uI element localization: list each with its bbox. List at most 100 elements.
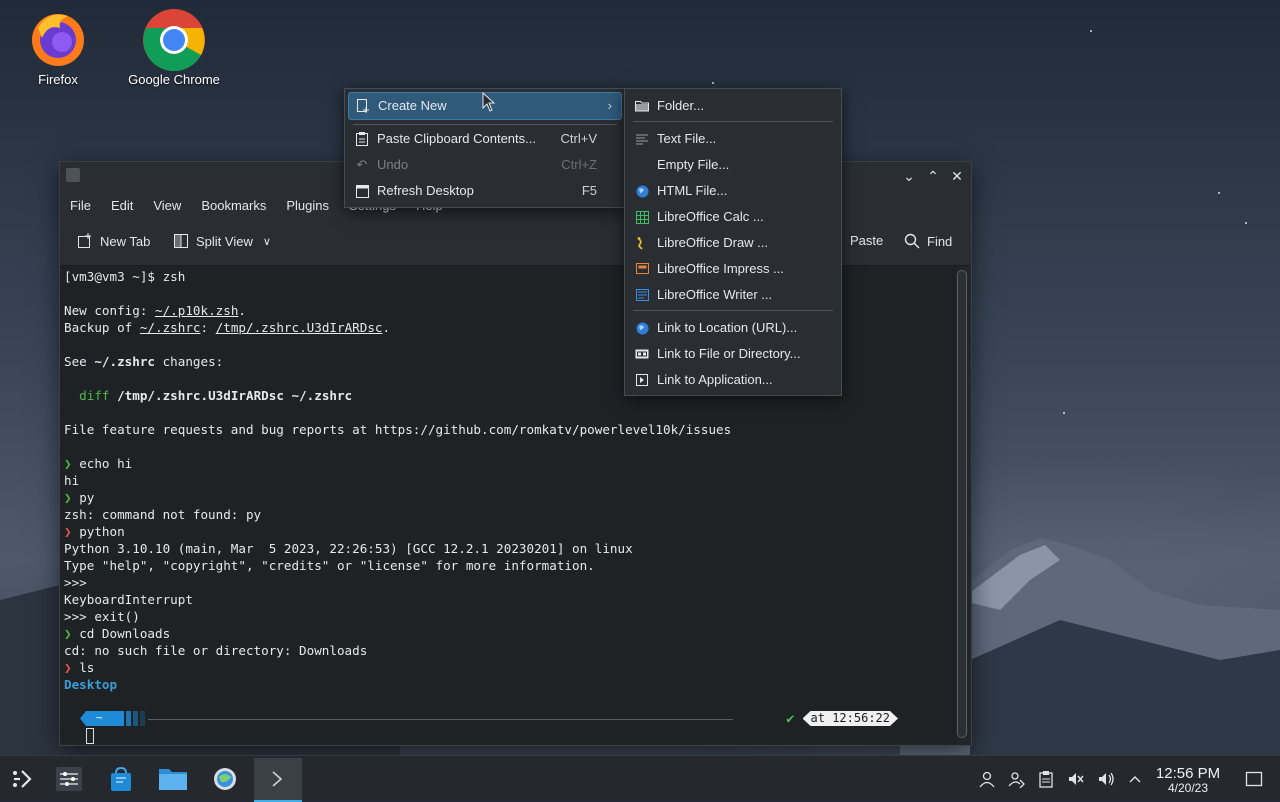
chrome-icon [143, 8, 205, 71]
paste-shortcut: Ctrl+V [560, 131, 597, 146]
folder-icon [635, 99, 649, 113]
menu-view[interactable]: View [153, 198, 181, 213]
document-icon [635, 288, 649, 302]
find-label: Find [927, 233, 953, 249]
star [1063, 412, 1065, 414]
paste-button[interactable]: Paste [850, 233, 883, 248]
menu-edit[interactable]: Edit [111, 198, 133, 213]
create-new-label: Create New [378, 98, 447, 113]
desktop-icon-google-chrome[interactable]: Google Chrome [119, 8, 229, 87]
menu-item-libreoffice-impress[interactable]: LibreOffice Impress ... [625, 256, 841, 282]
draw-icon [635, 236, 649, 250]
paste-clipboard-label: Paste Clipboard Contents... [377, 131, 536, 146]
menu-item-paste-clipboard[interactable]: Paste Clipboard Contents... Ctrl+V [345, 126, 625, 152]
refresh-shortcut: F5 [581, 183, 597, 198]
split-view-button[interactable]: Split View ∨ [173, 233, 271, 249]
menu-item-link-file[interactable]: Link to File or Directory... [625, 341, 841, 367]
menu-item-undo[interactable]: ↶ Undo Ctrl+Z [345, 152, 625, 178]
terminal-icon [272, 771, 283, 787]
star [1218, 192, 1220, 194]
refresh-icon [355, 184, 369, 198]
taskbar-clock[interactable]: 12:56 PM 4/20/23 [1152, 765, 1224, 795]
menu-item-folder[interactable]: Folder... [625, 93, 841, 119]
volume-icon[interactable] [1097, 770, 1115, 788]
new-tab-button[interactable]: New Tab [77, 233, 150, 249]
new-tab-icon [78, 233, 91, 248]
star [712, 82, 714, 84]
new-file-icon [356, 99, 370, 113]
link-application-label: Link to Application... [657, 372, 773, 387]
globe-icon [635, 184, 649, 198]
gear-icon [214, 768, 236, 790]
sliders-icon [56, 767, 82, 791]
chevron-down-icon[interactable]: ∨ [263, 235, 271, 248]
find-button[interactable]: Find [904, 233, 952, 249]
menu-item-libreoffice-draw[interactable]: LibreOffice Draw ... [625, 230, 841, 256]
close-icon[interactable]: ✕ [947, 166, 967, 186]
empty-file-label: Empty File... [657, 157, 730, 172]
link-url-label: Link to Location (URL)... [657, 320, 798, 335]
folder-label: Folder... [657, 98, 704, 113]
status-check-icon: ✔ [786, 710, 795, 727]
desktop-icon-label: Google Chrome [128, 72, 220, 87]
chevron-up-icon[interactable] [1126, 770, 1144, 788]
user-icon[interactable] [978, 770, 996, 788]
globe-icon [635, 321, 649, 335]
menu-item-libreoffice-calc[interactable]: LibreOffice Calc ... [625, 204, 841, 230]
taskbar-discover-button[interactable] [104, 762, 138, 796]
writer-label: LibreOffice Writer ... [657, 287, 773, 302]
presentation-icon [635, 262, 649, 276]
taskbar-settings-button[interactable] [52, 762, 86, 796]
text-file-label: Text File... [657, 131, 717, 146]
folder-icon [159, 769, 187, 790]
launcher-icon [13, 770, 32, 788]
clipboard-icon [355, 132, 369, 146]
minimize-icon[interactable]: ⌄ [899, 166, 919, 186]
firefox-icon [28, 8, 88, 68]
clock-time: 12:56 PM [1155, 765, 1221, 782]
taskbar-konsole-button[interactable] [254, 758, 302, 802]
link-file-label: Link to File or Directory... [657, 346, 801, 361]
text-file-icon [635, 132, 649, 146]
desktop-icon-firefox[interactable]: Firefox [3, 8, 113, 87]
undo-icon: ↶ [356, 157, 368, 172]
shopping-bag-icon [111, 766, 131, 791]
user-switch-icon[interactable] [1008, 770, 1026, 788]
undo-label: Undo [377, 157, 409, 172]
show-desktop-icon[interactable] [1245, 770, 1263, 788]
spreadsheet-icon [635, 210, 649, 224]
application-launcher-button[interactable] [5, 762, 39, 796]
microphone-muted-icon[interactable] [1067, 770, 1085, 788]
menu-item-refresh-desktop[interactable]: Refresh Desktop F5 [345, 178, 625, 204]
menu-plugins[interactable]: Plugins [286, 198, 329, 213]
search-icon [904, 233, 920, 249]
konsole-app-icon[interactable] [66, 168, 80, 182]
menu-item-link-url[interactable]: Link to Location (URL)... [625, 315, 841, 341]
terminal-scrollbar[interactable] [957, 270, 967, 738]
taskbar: 12:56 PM 4/20/23 [0, 755, 1280, 802]
taskbar-files-button[interactable] [156, 762, 190, 796]
menu-item-libreoffice-writer[interactable]: LibreOffice Writer ... [625, 282, 841, 308]
menu-file[interactable]: File [70, 198, 91, 213]
calc-label: LibreOffice Calc ... [657, 209, 764, 224]
p10k-prompt: ~ ✔ at 12:56:22 [68, 711, 948, 731]
menu-item-empty-file[interactable]: Empty File... [625, 152, 841, 178]
menu-item-text-file[interactable]: Text File... [625, 126, 841, 152]
taskbar-system-settings-button[interactable] [208, 762, 242, 796]
maximize-icon[interactable]: ⌃ [923, 166, 943, 186]
paste-label: Paste [850, 233, 884, 248]
draw-label: LibreOffice Draw ... [657, 235, 769, 250]
menu-item-link-application[interactable]: Link to Application... [625, 367, 841, 393]
mouse-pointer-icon [482, 92, 496, 112]
create-new-submenu: Folder... Text File... Empty File... HTM… [624, 88, 842, 396]
application-icon [635, 373, 649, 387]
clipboard-icon[interactable] [1037, 770, 1055, 788]
undo-shortcut: Ctrl+Z [561, 157, 597, 172]
menu-bookmarks[interactable]: Bookmarks [201, 198, 266, 213]
menu-item-html-file[interactable]: HTML File... [625, 178, 841, 204]
impress-label: LibreOffice Impress ... [657, 261, 784, 276]
menu-separator [633, 121, 833, 122]
refresh-desktop-label: Refresh Desktop [377, 183, 474, 198]
star [1245, 222, 1247, 224]
prompt-rule [148, 719, 733, 720]
